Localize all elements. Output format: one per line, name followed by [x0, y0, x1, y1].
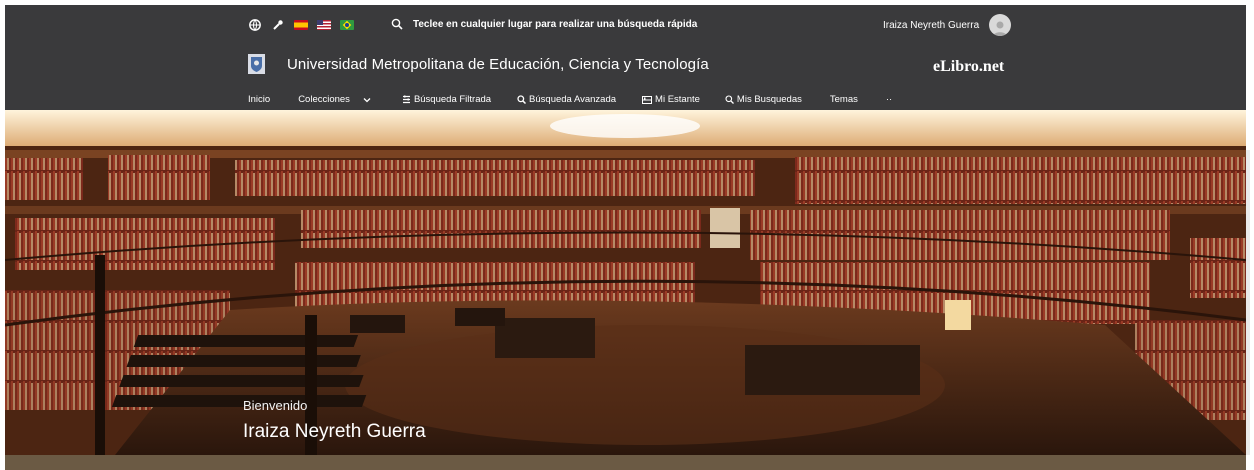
- nav-item-label: Búsqueda Avanzada: [529, 94, 617, 105]
- wrench-icon[interactable]: [271, 18, 285, 32]
- nav-item-label: Búsqueda Filtrada: [413, 94, 492, 105]
- nav-item-busqueda-avanzada[interactable]: Búsqueda Avanzada: [517, 94, 616, 105]
- content-divider: [5, 455, 1246, 470]
- user-menu[interactable]: Iraiza Neyreth Guerra: [883, 14, 1012, 36]
- shelf-icon: [642, 95, 653, 104]
- nav-item-label: ··: [885, 94, 893, 105]
- welcome-label: Bienvenido: [243, 398, 308, 413]
- usa-flag-icon[interactable]: [317, 20, 331, 30]
- nav-item-colecciones[interactable]: Colecciones: [298, 94, 371, 105]
- chevron-down-icon: [363, 97, 371, 103]
- scrollbar[interactable]: [1246, 150, 1250, 455]
- search-icon: [390, 17, 404, 31]
- hero-banner: Bienvenido Iraiza Neyreth Guerra: [5, 110, 1246, 455]
- nav-item-temas[interactable]: Temas: [830, 94, 858, 105]
- nav-item-label: Mi Estante: [655, 94, 700, 105]
- avatar[interactable]: [989, 14, 1012, 36]
- brand-logo[interactable]: eLibro.net: [933, 58, 1004, 76]
- filter-icon: [402, 95, 411, 104]
- university-logo[interactable]: [248, 54, 265, 74]
- language-toolbar: [248, 18, 354, 32]
- nav-item-label: Inicio: [248, 94, 271, 105]
- nav-item-busqueda-filtrada[interactable]: Búsqueda Filtrada: [402, 94, 491, 105]
- quick-search[interactable]: Teclee en cualquier lugar para realizar …: [390, 17, 697, 31]
- main-nav: Inicio Colecciones Búsqueda Filtrada Bús…: [248, 94, 892, 105]
- user-name[interactable]: Iraiza Neyreth Guerra: [883, 20, 979, 31]
- nav-item-inicio[interactable]: Inicio: [248, 94, 270, 105]
- nav-item-label: Temas: [829, 94, 858, 105]
- hero-user-name: Iraiza Neyreth Guerra: [243, 421, 426, 442]
- nav-item-label: Colecciones: [298, 94, 350, 105]
- quick-search-text[interactable]: Teclee en cualquier lugar para realizar …: [413, 19, 697, 30]
- search-icon: [517, 95, 527, 104]
- search-icon: [725, 95, 734, 104]
- nav-item-label: Mis Busquedas: [736, 94, 802, 105]
- library-hero-image: [5, 110, 1246, 455]
- globe-icon[interactable]: [248, 18, 262, 32]
- spain-flag-icon[interactable]: [294, 20, 308, 30]
- nav-item-mi-estante[interactable]: Mi Estante: [642, 94, 700, 105]
- brazil-flag-icon[interactable]: [340, 20, 354, 30]
- top-bar: Teclee en cualquier lugar para realizar …: [5, 5, 1246, 110]
- university-name: Universidad Metropolitana de Educación, …: [287, 56, 709, 73]
- nav-item-mis-busquedas[interactable]: Mis Busquedas: [725, 94, 802, 105]
- nav-item-more[interactable]: ··: [886, 94, 892, 105]
